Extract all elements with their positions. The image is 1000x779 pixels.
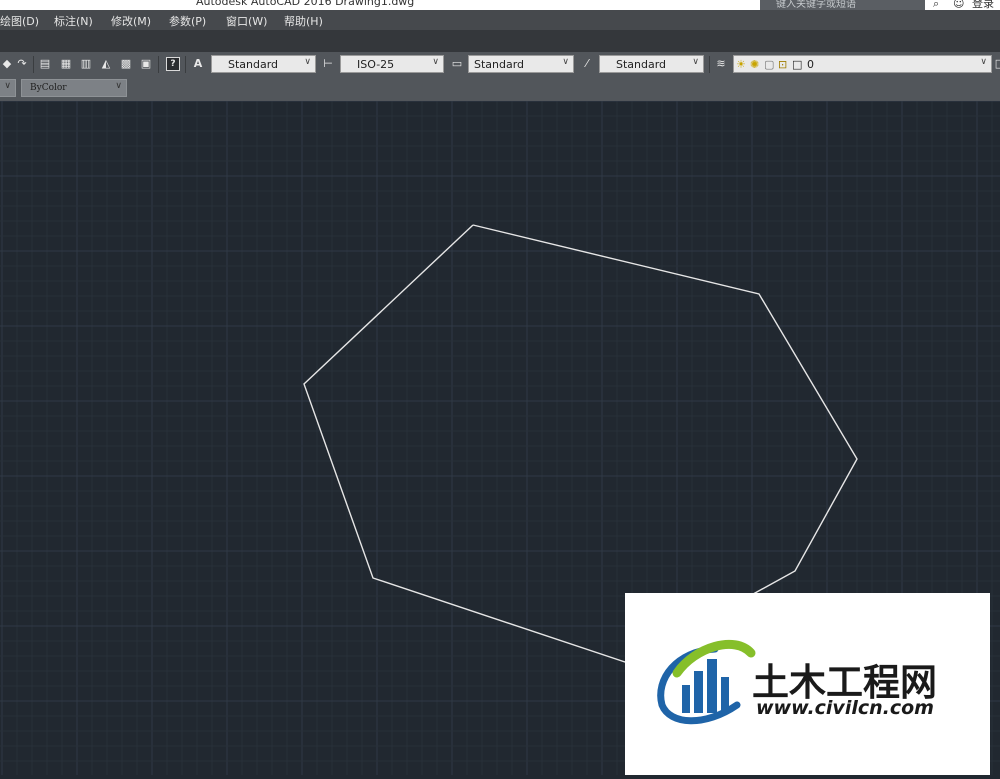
hatch-icon[interactable]: ◭ xyxy=(99,57,113,71)
layer-state-icon[interactable]: ◨ xyxy=(993,57,1000,71)
sun-icon: ✺ xyxy=(750,58,760,71)
color-value: ByColor xyxy=(30,83,67,93)
mleader-style-icon[interactable]: ⁄ xyxy=(580,57,594,71)
logo-url: www.civilcn.com xyxy=(756,697,934,719)
table-style-value: Standard xyxy=(474,58,525,71)
dim-style-select[interactable]: ISO-25 ∨ xyxy=(340,55,444,73)
calculator-icon[interactable]: ▣ xyxy=(139,57,153,71)
layer-select[interactable]: ☀ ✺ ▢ ⊡ □ 0 ∨ xyxy=(733,55,992,73)
civilcn-logo: 土木工程网 www.civilcn.com xyxy=(657,639,937,725)
table-style-select[interactable]: Standard ∨ xyxy=(468,55,574,73)
lock-icon: ⊡ xyxy=(778,58,788,71)
mleader-style-select[interactable]: Standard ∨ xyxy=(599,55,704,73)
menu-draw[interactable]: 绘图(D) xyxy=(0,13,39,29)
toolbar-separator xyxy=(185,56,186,73)
snap-icon[interactable]: ◆ xyxy=(0,57,14,71)
search-box[interactable]: 键入关键字或短语 xyxy=(760,0,925,10)
help-icon[interactable]: ? xyxy=(166,57,180,71)
table-style-icon[interactable]: ▭ xyxy=(450,57,464,71)
table-grid-icon[interactable]: ▦ xyxy=(59,57,73,71)
window-title: Autodesk AutoCAD 2016 Drawing1.dwg xyxy=(196,0,415,8)
text-style-icon[interactable]: A xyxy=(191,57,205,71)
layer-properties-icon[interactable]: ≋ xyxy=(714,57,728,71)
layer-color-select[interactable]: ∨ xyxy=(0,79,16,97)
styles-toolbar: ◆ ↷ ▤ ▦ ▥ ◭ ▩ ▣ ? A Standard ∨ ⊢ ISO-25 … xyxy=(0,52,1000,78)
search-placeholder: 键入关键字或短语 xyxy=(776,0,856,10)
menu-modify[interactable]: 修改(M) xyxy=(111,13,151,29)
menu-parametric[interactable]: 参数(P) xyxy=(169,13,206,29)
toolbar-separator xyxy=(33,56,34,73)
menu-dimension[interactable]: 标注(N) xyxy=(54,13,93,29)
mleader-style-value: Standard xyxy=(616,58,667,71)
chevron-down-icon: ∨ xyxy=(980,57,987,67)
menu-window[interactable]: 窗口(W) xyxy=(226,13,267,29)
chevron-down-icon: ∨ xyxy=(562,57,569,67)
chevron-down-icon: ∨ xyxy=(692,57,699,67)
menu-help[interactable]: 帮助(H) xyxy=(284,13,323,29)
menu-bar: 绘图(D) 标注(N) 修改(M) 参数(P) 窗口(W) 帮助(H) xyxy=(0,10,1000,30)
dim-style-icon[interactable]: ⊢ xyxy=(321,57,335,71)
user-icon[interactable]: ☺ xyxy=(953,0,964,10)
chevron-down-icon: ∨ xyxy=(115,81,122,91)
watermark-logo: 土木工程网 www.civilcn.com xyxy=(625,593,990,775)
layer-color-swatch: □ xyxy=(792,58,803,71)
toolbar-separator xyxy=(709,56,710,73)
block-icon[interactable]: ▤ xyxy=(38,57,52,71)
properties-bar: ∨ ByColor ∨ xyxy=(0,77,1000,101)
color-select[interactable]: ByColor ∨ xyxy=(21,79,127,97)
binoculars-icon[interactable]: ⌕ xyxy=(933,0,939,10)
ribbon-strip xyxy=(0,30,1000,52)
dim-style-value: ISO-25 xyxy=(357,58,395,71)
list-icon[interactable]: ▥ xyxy=(79,57,93,71)
layer-name: 0 xyxy=(807,58,814,71)
lightbulb-icon: ☀ xyxy=(736,58,746,71)
text-style-select[interactable]: Standard ∨ xyxy=(211,55,316,73)
chevron-down-icon: ∨ xyxy=(432,57,439,67)
login-button[interactable]: 登录 xyxy=(972,0,994,10)
logo-emblem xyxy=(657,639,756,725)
viewport-freeze-icon: ▢ xyxy=(764,58,775,71)
chevron-down-icon: ∨ xyxy=(304,57,311,67)
gradient-icon[interactable]: ▩ xyxy=(119,57,133,71)
toolbar-separator xyxy=(158,56,159,73)
node-icon[interactable]: ↷ xyxy=(15,57,29,71)
text-style-value: Standard xyxy=(228,58,279,71)
title-bar: Autodesk AutoCAD 2016 Drawing1.dwg 键入关键字… xyxy=(0,0,1000,10)
chevron-down-icon: ∨ xyxy=(4,81,11,91)
